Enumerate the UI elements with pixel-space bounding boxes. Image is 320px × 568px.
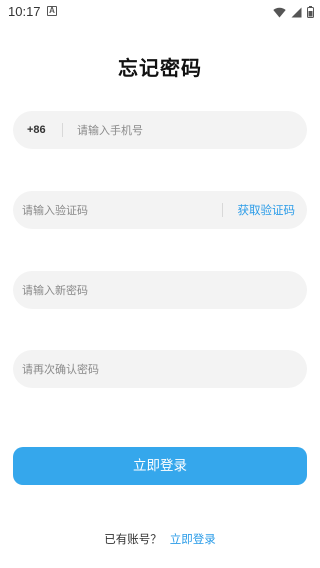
login-link[interactable]: 立即登录 [170,532,216,546]
status-time: 10:17 [8,4,41,19]
divider [222,203,223,217]
new-password-input[interactable] [22,271,292,309]
a-icon: A [47,6,57,16]
confirm-password-input[interactable] [22,350,292,388]
verification-field: 获取验证码 [13,191,307,229]
status-bar: 10:17 A [0,0,320,24]
footer: 已有账号？ 立即登录 [0,531,320,547]
get-code-button[interactable]: 获取验证码 [238,191,296,229]
country-code[interactable]: +86 [27,111,46,149]
wifi-icon [273,7,286,18]
verification-code-input[interactable] [22,191,212,229]
have-account-text: 已有账号？ [104,532,162,546]
page-title: 忘记密码 [118,56,202,80]
status-icons [273,5,314,19]
battery-icon [307,6,314,18]
divider [62,123,63,137]
phone-input[interactable] [77,111,287,149]
signal-icon [291,7,302,17]
phone-field: +86 [13,111,307,149]
confirm-password-field [13,350,307,388]
new-password-field [13,271,307,309]
submit-button[interactable]: 立即登录 [13,447,307,485]
